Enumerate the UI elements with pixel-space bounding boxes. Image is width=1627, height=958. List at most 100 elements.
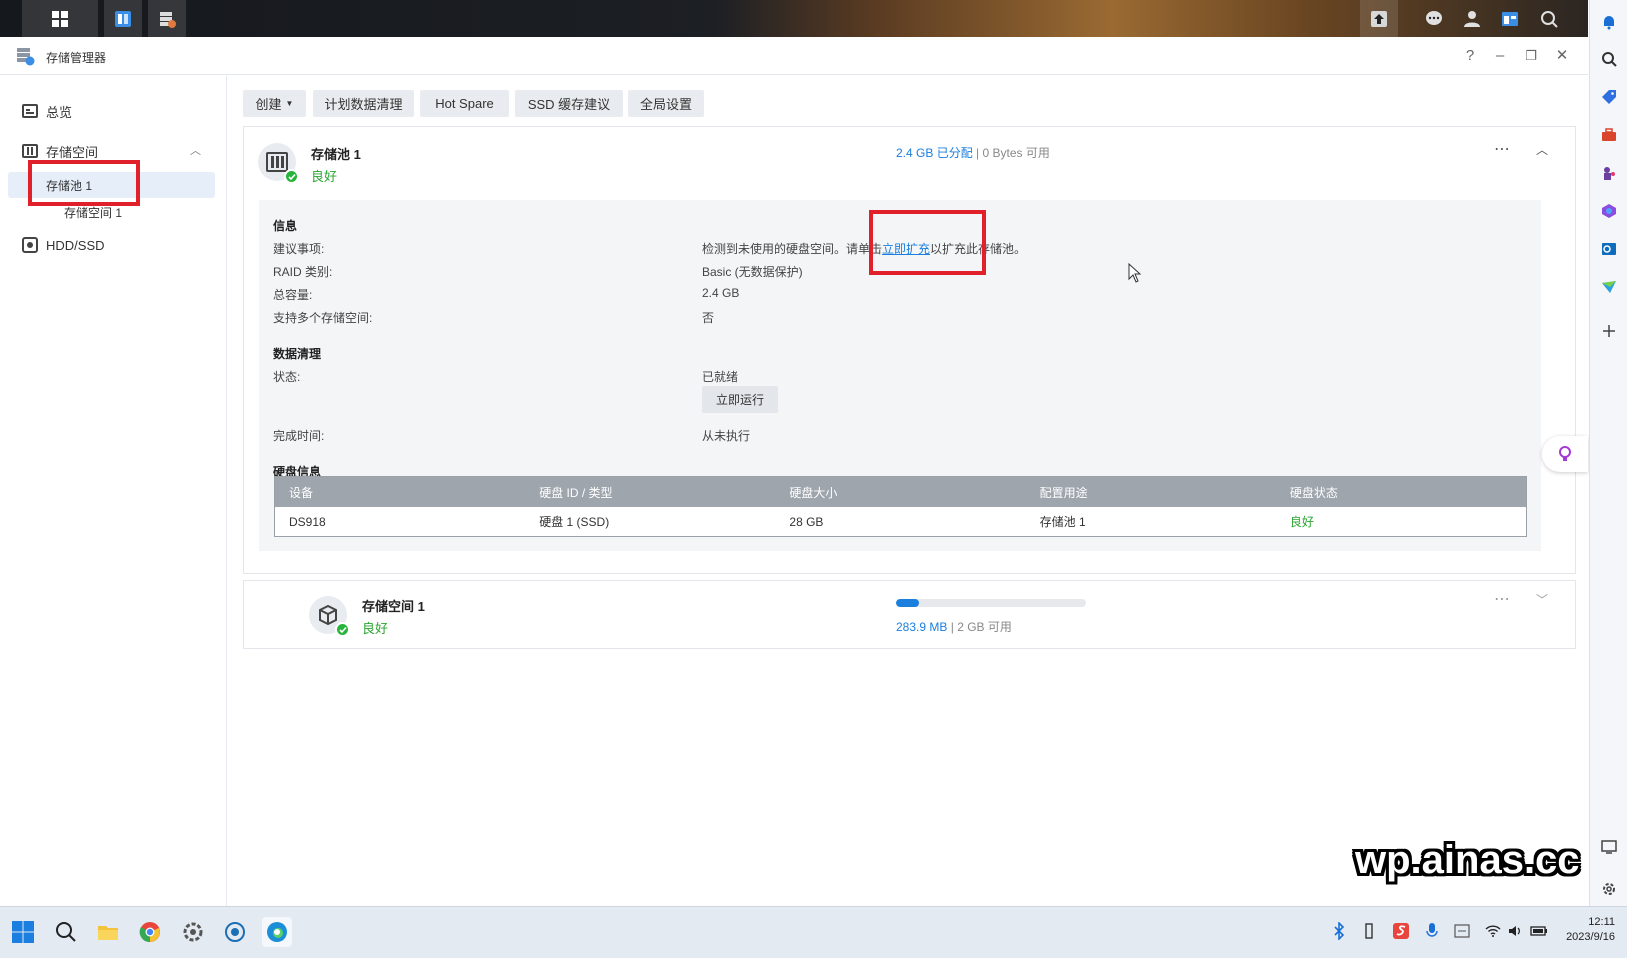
more-actions-icon[interactable]: ⋯	[1494, 589, 1510, 609]
lightbulb-icon	[1559, 446, 1571, 461]
volume-name: 存储空间 1	[362, 599, 425, 614]
column-header[interactable]: 硬盘状态	[1276, 484, 1526, 501]
folder-icon	[98, 926, 118, 940]
gear-icon[interactable]	[1600, 880, 1618, 898]
chevron-up-icon[interactable]: ︿	[190, 142, 201, 158]
chrome-button[interactable]	[135, 917, 165, 947]
sidebar-item-overview[interactable]: 总览	[8, 98, 215, 124]
highlight-box	[28, 160, 140, 206]
search-button[interactable]	[51, 917, 81, 947]
create-dropdown-button[interactable]: 创建 ▼	[243, 90, 306, 117]
clock-time: 12:11	[1588, 916, 1615, 928]
schedule-scrub-button[interactable]: 计划数据清理	[313, 90, 414, 117]
screenshot-icon[interactable]	[1600, 838, 1618, 856]
sidebar-item-label: HDD/SSD	[46, 237, 105, 253]
send-icon[interactable]	[1600, 278, 1618, 296]
toolbox-icon[interactable]	[1600, 126, 1618, 144]
watermark-text: wp.ainas.cc	[1355, 838, 1580, 882]
start-button[interactable]	[8, 917, 38, 947]
edge-button[interactable]	[262, 917, 292, 947]
sidebar-item-label: 存储空间 1	[64, 205, 123, 220]
table-row[interactable]: DS918 硬盘 1 (SSD) 28 GB 存储池 1 良好	[275, 507, 1526, 536]
table-cell: 存储池 1	[1039, 515, 1086, 529]
app-button[interactable]	[220, 917, 250, 947]
upload-button[interactable]	[1360, 0, 1398, 37]
column-header[interactable]: 配置用途	[1026, 484, 1276, 501]
microphone-icon[interactable]	[1425, 922, 1439, 940]
widgets-icon	[1502, 11, 1518, 26]
run-now-button[interactable]: 立即运行	[702, 386, 778, 413]
storage-manager-icon	[160, 11, 176, 28]
pool-icon	[258, 143, 299, 184]
dsm-top-bar	[0, 0, 1588, 37]
scrub-done-label: 完成时间:	[273, 429, 325, 443]
pool-name: 存储池 1	[311, 147, 361, 162]
gear-icon	[183, 922, 203, 942]
bluetooth-icon[interactable]	[1332, 922, 1346, 940]
usb-icon[interactable]	[1362, 922, 1376, 940]
volume-icon[interactable]	[1507, 923, 1523, 939]
battery-icon[interactable]	[1530, 923, 1548, 939]
sidebar-item-hdd-ssd[interactable]: HDD/SSD	[8, 232, 215, 258]
chrome-icon	[139, 922, 160, 943]
separator: |	[976, 146, 980, 160]
main-menu-button[interactable]	[22, 0, 98, 37]
column-header[interactable]: 硬盘大小	[775, 484, 1025, 501]
settings-button[interactable]	[178, 917, 208, 947]
close-icon: ✕	[1555, 47, 1569, 64]
info-value: 否	[702, 311, 715, 325]
assistant-button[interactable]	[1542, 436, 1588, 472]
minimize-button[interactable]: –	[1490, 46, 1510, 66]
taskbar-app-package[interactable]	[104, 0, 142, 37]
close-button[interactable]: ✕	[1552, 46, 1572, 66]
tag-icon[interactable]	[1600, 88, 1618, 106]
plus-icon[interactable]	[1600, 322, 1618, 340]
grid-icon	[52, 10, 68, 27]
chat-button[interactable]	[1415, 0, 1453, 37]
disk-icon	[22, 237, 38, 253]
restore-button[interactable]: ❐	[1521, 46, 1541, 66]
table-header: 设备 硬盘 ID / 类型 硬盘大小 配置用途 硬盘状态	[275, 477, 1526, 507]
global-settings-button[interactable]: 全局设置	[628, 90, 704, 117]
column-header[interactable]: 设备	[275, 484, 525, 501]
outlook-icon[interactable]	[1600, 240, 1618, 258]
hot-spare-button[interactable]: Hot Spare	[420, 90, 509, 117]
info-value: 2.4 GB	[702, 286, 740, 300]
system-clock[interactable]: 12:11 2023/9/16	[1566, 915, 1615, 945]
window-title-bar: 存储管理器 ? – ❐ ✕	[0, 37, 1588, 75]
info-label: RAID 类别:	[273, 265, 333, 279]
create-label: 创建	[255, 97, 282, 112]
overview-icon	[22, 104, 38, 118]
column-header[interactable]: 硬盘 ID / 类型	[525, 484, 775, 501]
keyboard-icon[interactable]	[1454, 922, 1470, 940]
cube-icon	[319, 604, 337, 626]
chevron-up-icon[interactable]: ︿	[1536, 141, 1548, 158]
sidebar-item-label: 总览	[46, 104, 73, 120]
storage-pool-card: 存储池 1 良好 2.4 GB 已分配 | 0 Bytes 可用 ⋯ ︿ 信息 …	[243, 126, 1576, 574]
chevron-down-icon[interactable]: ﹀	[1536, 591, 1548, 608]
wifi-icon[interactable]	[1485, 923, 1501, 939]
bell-icon[interactable]	[1600, 13, 1618, 31]
search-button[interactable]	[1530, 0, 1568, 37]
games-icon[interactable]	[1600, 164, 1618, 182]
more-actions-icon[interactable]: ⋯	[1494, 139, 1510, 159]
info-value: Basic (无数据保护)	[702, 265, 803, 279]
help-button[interactable]: ?	[1460, 46, 1480, 66]
volume-card: 存储空间 1 良好 283.9 MB | 2 GB 可用 ⋯ ﹀	[243, 580, 1576, 649]
taskbar-app-storage[interactable]	[148, 0, 186, 37]
file-explorer-button[interactable]	[93, 917, 123, 947]
browser-sidebar	[1589, 0, 1627, 906]
user-button[interactable]	[1453, 0, 1491, 37]
pool-allocated: 2.4 GB 已分配	[896, 146, 973, 160]
separator: |	[950, 620, 954, 634]
widgets-button[interactable]	[1491, 0, 1529, 37]
scrub-done-value: 从未执行	[702, 429, 751, 443]
copilot-icon[interactable]	[1600, 202, 1618, 220]
search-icon[interactable]	[1600, 50, 1618, 68]
ssd-cache-advice-button[interactable]: SSD 缓存建议	[515, 90, 623, 117]
globe-search-icon	[225, 922, 245, 942]
status-ok-icon	[284, 169, 299, 184]
restore-icon: ❐	[1525, 48, 1537, 63]
ime-icon[interactable]	[1392, 922, 1410, 940]
sidebar-item-label: 存储空间	[46, 144, 99, 160]
